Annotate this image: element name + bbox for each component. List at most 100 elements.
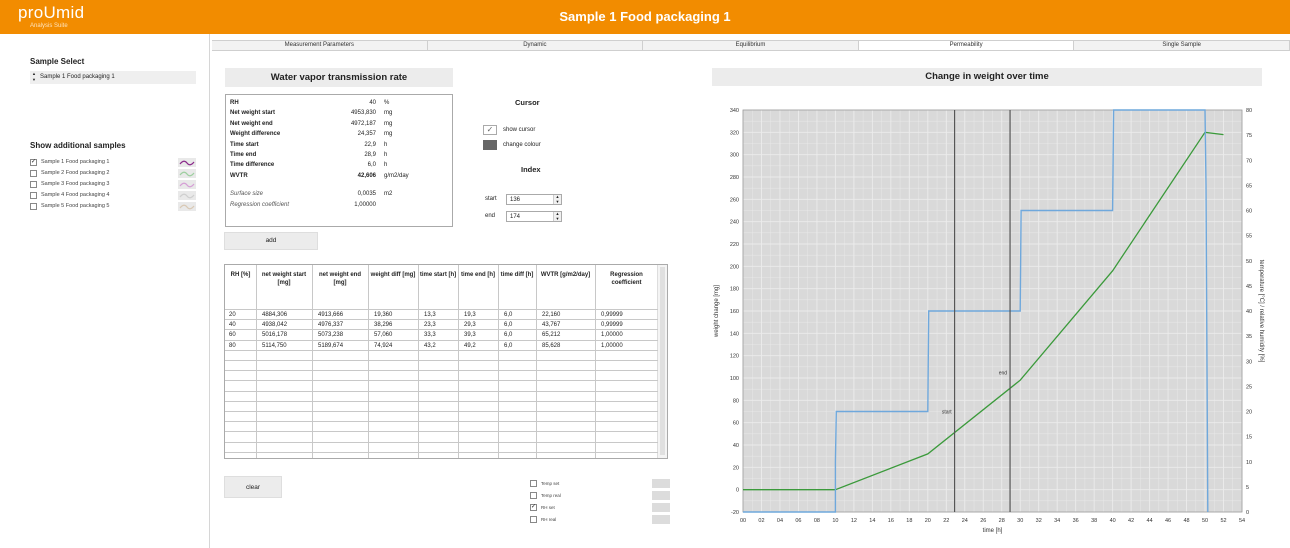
results-table: RH [%] net weight start [mg] net weight en… [224, 264, 668, 459]
sample-checkbox[interactable] [30, 192, 37, 199]
toggle-colour-swatch[interactable] [652, 491, 670, 500]
results-scrollbar[interactable] [657, 265, 667, 458]
series-toggle[interactable]: Temp real [530, 491, 670, 501]
wvtr-row-value: 0,0035 [357, 191, 376, 198]
row-divider [225, 309, 658, 310]
toggle-colour-swatch[interactable] [652, 479, 670, 488]
table-cell: 85,628 [542, 342, 561, 349]
y-tick-label: 160 [730, 309, 739, 315]
cursor-label: start [942, 410, 952, 416]
x-tick-label: 00 [740, 518, 746, 524]
tab-equilibrium[interactable]: Equilibrium [643, 40, 859, 51]
toggle-checkbox[interactable] [530, 480, 537, 487]
wvtr-row-value: 4953,830 [350, 110, 376, 117]
row-divider [225, 411, 658, 412]
x-tick-label: 40 [1110, 518, 1116, 524]
index-title: Index [521, 165, 541, 174]
table-cell: 0,99999 [601, 312, 623, 318]
spinbox-arrows-icon[interactable]: ▲ ▼ [553, 211, 561, 221]
sidebar: Sample Select ▲ ▼ Sample 1 Food packaging… [0, 34, 210, 548]
add-button[interactable]: add [224, 232, 318, 250]
wave-icon [179, 171, 195, 177]
wvtr-row: WVTR 42,606 g/m2/day [226, 172, 452, 181]
series-toggle[interactable]: Temp set [530, 479, 670, 489]
table-cell: 6,0 [504, 312, 513, 318]
row-divider [225, 370, 658, 372]
toggle-checkbox[interactable]: ✓ [530, 504, 537, 511]
y2-tick-label: 65 [1246, 183, 1252, 189]
weight-change-chart[interactable]: 00 02 04 06 08 10 12 14 16 18 20 22 24 26 28 30 32 34 36 38… [710, 100, 1266, 545]
sample-label: Sample 5 Food packaging 5 [41, 203, 110, 209]
wvtr-row: Net weight end 4972,187 mg [226, 120, 452, 129]
show-cursor-checkbox[interactable]: ✓ [483, 125, 497, 135]
y-tick-label: 40 [733, 443, 739, 449]
toggle-checkbox[interactable] [530, 516, 537, 523]
wvtr-row-value: 4972,187 [350, 120, 376, 127]
x-tick-label: 52 [1220, 518, 1226, 524]
column-divider [418, 265, 419, 458]
toggle-checkbox[interactable] [530, 492, 537, 499]
series-toggle[interactable]: RH real [530, 515, 670, 525]
wvtr-row-key: Net weight end [230, 120, 273, 127]
toggle-label: Temp real [541, 493, 561, 498]
sample-checkbox[interactable] [30, 203, 37, 210]
clear-button[interactable]: clear [224, 476, 282, 498]
table-cell: 22,160 [542, 312, 561, 318]
column-divider [536, 265, 537, 458]
results-header-cell: time diff [h] [500, 272, 534, 278]
y-tick-label: -20 [731, 510, 739, 516]
spinner-arrows-icon[interactable]: ▲ ▼ [32, 71, 36, 83]
tab-dynamic[interactable]: Dynamic [427, 40, 644, 51]
wvtr-row: Regression coefficient 1,00000 [226, 201, 452, 210]
results-header-cell: time end [h] [461, 272, 495, 278]
end-index-spinbox[interactable]: 174 ▲ ▼ [506, 211, 562, 222]
sample-select-title: Sample Select [30, 57, 85, 66]
sample-label: Sample 2 Food packaging 2 [41, 170, 110, 176]
tab-permeability[interactable]: Permeability [858, 40, 1075, 51]
y2-tick-label: 80 [1246, 108, 1252, 114]
wvtr-row-value: 28,9 [364, 152, 376, 158]
y-tick-label: 0 [736, 488, 739, 494]
wave-icon [179, 204, 195, 210]
sample-label: Sample 4 Food packaging 4 [41, 192, 110, 198]
cursor-colour-swatch[interactable] [483, 140, 497, 150]
y-tick-label: 140 [730, 331, 739, 337]
results-header-cell: time start [h] [419, 272, 457, 278]
series-toggle[interactable]: ✓ RH set [530, 503, 670, 513]
y-tick-label: 320 [730, 130, 739, 136]
tab-measurement-parameters[interactable]: Measurement Parameters [212, 40, 428, 51]
toggle-colour-swatch[interactable] [652, 515, 670, 524]
x-tick-label: 12 [851, 518, 857, 524]
sample-checkbox[interactable]: ✓ [30, 159, 37, 166]
x-tick-label: 18 [906, 518, 912, 524]
wvtr-row-value: 1,00000 [354, 201, 376, 208]
sample-checkbox[interactable] [30, 181, 37, 188]
table-cell: 33,3 [424, 332, 436, 339]
additional-sample-item[interactable]: Sample 5 Food packaging 5 [30, 201, 196, 213]
sample-select-value: Sample 1 Food packaging 1 [40, 74, 115, 80]
spinbox-arrows-icon[interactable]: ▲ ▼ [553, 194, 561, 204]
sample-colour-swatch[interactable] [178, 191, 196, 200]
sample-checkbox[interactable] [30, 170, 37, 177]
table-cell: 6,0 [504, 322, 513, 329]
wvtr-row: Time end 28,9 h [226, 151, 452, 160]
sample-colour-swatch[interactable] [178, 180, 196, 189]
sample-colour-swatch[interactable] [178, 202, 196, 211]
app-window: proUmid Analysis Suite Sample 1 Food pac… [0, 0, 1290, 548]
toggle-colour-swatch[interactable] [652, 503, 670, 512]
x-tick-label: 32 [1036, 518, 1042, 524]
table-cell: 65,212 [542, 332, 561, 339]
sample-select-spinner[interactable]: ▲ ▼ Sample 1 Food packaging 1 [30, 71, 196, 84]
scrollbar-thumb[interactable] [660, 267, 665, 455]
wvtr-row-value: 22,9 [364, 141, 376, 148]
sample-colour-swatch[interactable] [178, 169, 196, 178]
row-divider [225, 421, 658, 423]
show-cursor-label: show cursor [503, 127, 536, 133]
tab-single-sample[interactable]: Single Sample [1074, 40, 1290, 51]
sample-colour-swatch[interactable] [178, 158, 196, 167]
wvtr-row-key: Net weight start [230, 110, 276, 117]
table-cell: 19,360 [374, 312, 393, 318]
wvtr-row-key: Time difference [230, 162, 275, 169]
start-index-spinbox[interactable]: 136 ▲ ▼ [506, 194, 562, 205]
x-tick-label: 06 [795, 518, 801, 524]
